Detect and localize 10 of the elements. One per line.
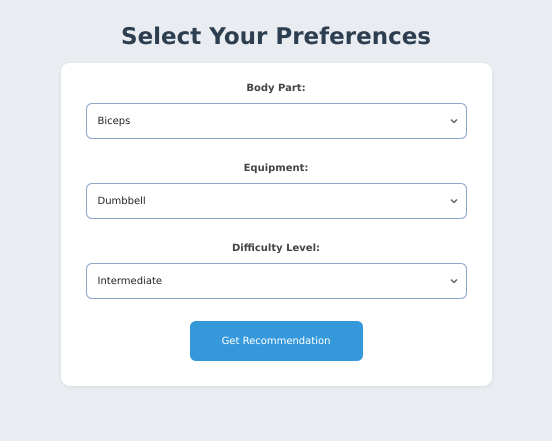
dropdown-select[interactable]: Dumbbell — [86, 183, 466, 219]
field-label: Difficulty Level: — [232, 243, 320, 254]
page-title: Select Your Preferences — [121, 24, 431, 50]
field-label: Body Part: — [246, 83, 306, 94]
dropdown-select[interactable]: Biceps — [86, 103, 466, 139]
field-label: Equipment: — [244, 163, 308, 174]
chevron-down-icon — [450, 198, 458, 204]
chevron-down-icon — [450, 118, 458, 124]
dropdown-select[interactable]: Intermediate — [86, 263, 466, 299]
chevron-down-icon — [450, 278, 458, 284]
